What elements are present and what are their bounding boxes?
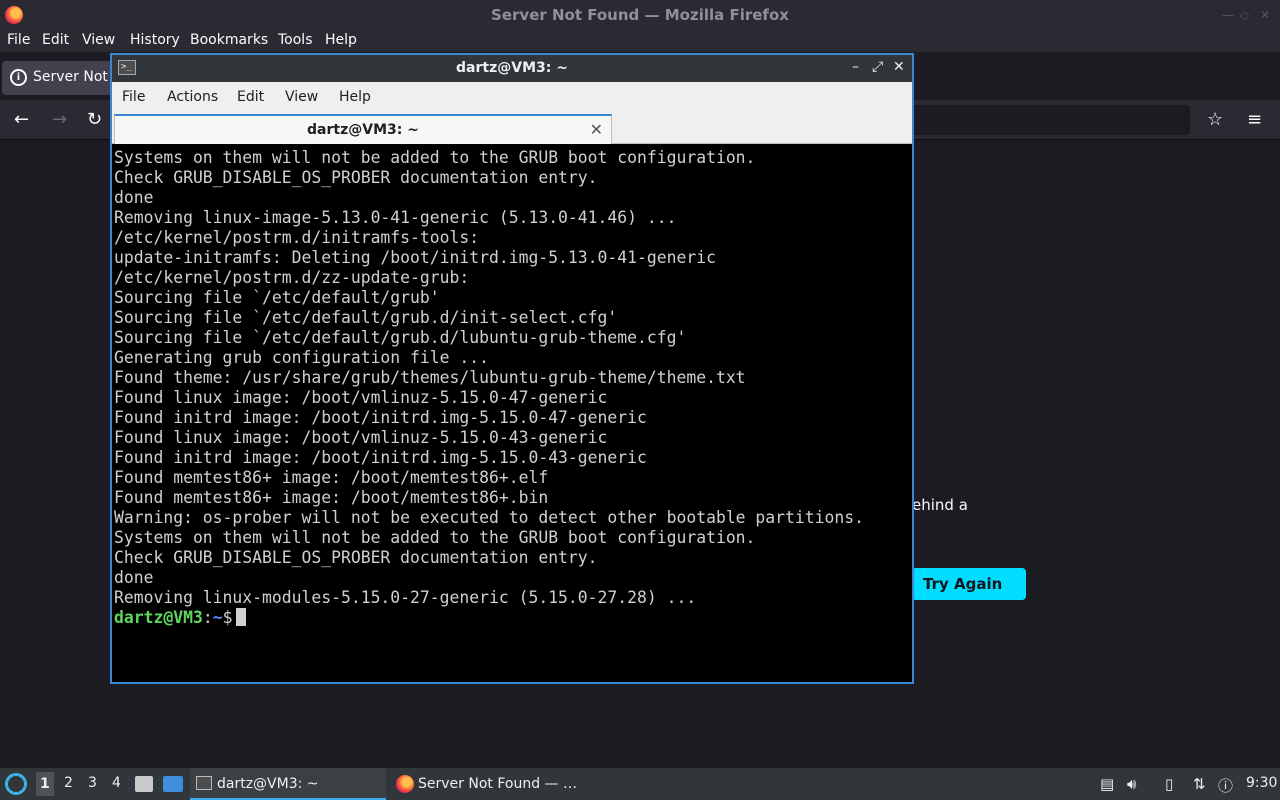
terminal-tab[interactable]: dartz@VM3: ~ ✕ bbox=[114, 114, 612, 144]
terminal-line: Check GRUB_DISABLE_OS_PROBER documentati… bbox=[114, 168, 598, 187]
network-icon[interactable]: ⇅ bbox=[1193, 775, 1206, 793]
menu-tools[interactable]: Tools bbox=[278, 32, 313, 48]
maximize-icon[interactable]: ◇ bbox=[1240, 8, 1249, 22]
firefox-tab-label: Server Not F bbox=[33, 69, 121, 85]
file-manager-icon[interactable] bbox=[135, 776, 153, 792]
terminal-menu-edit[interactable]: Edit bbox=[237, 89, 264, 105]
desktop-4-button[interactable]: 4 bbox=[112, 775, 121, 791]
firefox-icon bbox=[396, 775, 414, 793]
reload-icon[interactable]: ↻ bbox=[87, 109, 102, 130]
close-icon[interactable]: ✕ bbox=[1260, 8, 1270, 22]
firefox-window-title: Server Not Found — Mozilla Firefox bbox=[491, 6, 789, 24]
taskbar-item-label: Server Not Found — … bbox=[418, 776, 577, 792]
menu-help[interactable]: Help bbox=[325, 32, 357, 48]
show-desktop-icon[interactable] bbox=[163, 776, 183, 792]
terminal-icon bbox=[196, 776, 212, 790]
maximize-icon[interactable]: ⤢ bbox=[872, 59, 883, 75]
volume-icon[interactable]: 🔊︎ bbox=[1127, 775, 1136, 793]
terminal-tab-label: dartz@VM3: ~ bbox=[307, 122, 419, 138]
prompt-symbol: $ bbox=[222, 608, 233, 627]
terminal-prompt-line: dartz@VM3:~$ bbox=[114, 608, 910, 628]
terminal-menubar: File Actions Edit View Help bbox=[112, 82, 912, 112]
prompt-user-host: dartz@VM3 bbox=[114, 608, 203, 627]
terminal-line: Found initrd image: /boot/initrd.img-5.1… bbox=[114, 448, 647, 467]
terminal-line: Found theme: /usr/share/grub/themes/lubu… bbox=[114, 368, 746, 387]
terminal-line: Check GRUB_DISABLE_OS_PROBER documentati… bbox=[114, 548, 598, 567]
terminal-line: Sourcing file `/etc/default/grub.d/lubun… bbox=[114, 328, 687, 347]
terminal-window-title: dartz@VM3: ~ bbox=[456, 60, 568, 76]
terminal-line: Generating grub configuration file ... bbox=[114, 348, 489, 367]
terminal-cursor bbox=[236, 608, 247, 626]
clock: 9:30 bbox=[1246, 775, 1278, 791]
tab-close-icon[interactable]: ✕ bbox=[590, 120, 603, 139]
terminal-menu-actions[interactable]: Actions bbox=[167, 89, 218, 105]
close-icon[interactable]: ✕ bbox=[893, 59, 905, 75]
terminal-line: Found memtest86+ image: /boot/memtest86+… bbox=[114, 468, 549, 487]
terminal-line: Sourcing file `/etc/default/grub.d/init-… bbox=[114, 308, 618, 327]
terminal-line: update-initramfs: Deleting /boot/initrd.… bbox=[114, 248, 716, 267]
terminal-line: Found memtest86+ image: /boot/memtest86+… bbox=[114, 488, 549, 507]
menu-edit[interactable]: Edit bbox=[42, 32, 69, 48]
terminal-menu-view[interactable]: View bbox=[285, 89, 318, 105]
terminal-menu-help[interactable]: Help bbox=[339, 89, 371, 105]
terminal-tabbar: dartz@VM3: ~ ✕ bbox=[112, 112, 912, 144]
back-icon[interactable]: ← bbox=[14, 109, 29, 130]
firefox-titlebar: Server Not Found — Mozilla Firefox — ◇ ✕ bbox=[0, 0, 1280, 30]
firefox-menubar: File Edit View History Bookmarks Tools H… bbox=[0, 30, 1280, 52]
taskbar: 1 2 3 4 dartz@VM3: ~ Server Not Found — … bbox=[0, 768, 1280, 800]
terminal-menu-file[interactable]: File bbox=[122, 89, 145, 105]
desktop-1-button[interactable]: 1 bbox=[36, 772, 54, 796]
terminal-line: Sourcing file `/etc/default/grub' bbox=[114, 288, 440, 307]
forward-icon[interactable]: → bbox=[52, 109, 67, 130]
terminal-lines: Systems on them will not be added to the… bbox=[114, 148, 910, 608]
terminal-output[interactable]: Systems on them will not be added to the… bbox=[114, 147, 910, 682]
url-bar[interactable] bbox=[900, 105, 1190, 135]
minimize-icon[interactable]: – bbox=[852, 59, 859, 75]
taskbar-item-label: dartz@VM3: ~ bbox=[217, 776, 319, 792]
prompt-separator: : bbox=[202, 608, 213, 627]
info-icon: i bbox=[10, 69, 27, 86]
desktop-3-button[interactable]: 3 bbox=[88, 775, 97, 791]
error-message: ehind a bbox=[912, 496, 968, 514]
terminal-line: /etc/kernel/postrm.d/initramfs-tools: bbox=[114, 228, 480, 247]
terminal-titlebar[interactable]: >_ dartz@VM3: ~ – ⤢ ✕ bbox=[112, 55, 912, 82]
bookmark-star-icon[interactable]: ☆ bbox=[1207, 109, 1223, 130]
terminal-line: Warning: os-prober will not be executed … bbox=[114, 508, 864, 527]
menu-file[interactable]: File bbox=[7, 32, 30, 48]
terminal-line: Systems on them will not be added to the… bbox=[114, 148, 756, 167]
terminal-line: Found linux image: /boot/vmlinuz-5.15.0-… bbox=[114, 388, 608, 407]
terminal-line: /etc/kernel/postrm.d/zz-update-grub: bbox=[114, 268, 470, 287]
terminal-line: Found linux image: /boot/vmlinuz-5.15.0-… bbox=[114, 428, 608, 447]
notification-icon[interactable]: ⓘ bbox=[1218, 775, 1233, 796]
terminal-line: done bbox=[114, 188, 154, 207]
taskbar-item-firefox[interactable]: Server Not Found — … bbox=[392, 768, 592, 800]
clipboard-icon[interactable]: ▤ bbox=[1100, 775, 1114, 793]
terminal-line: Removing linux-modules-5.15.0-27-generic… bbox=[114, 588, 697, 607]
terminal-line: Removing linux-image-5.13.0-41-generic (… bbox=[114, 208, 677, 227]
minimize-icon[interactable]: — bbox=[1222, 8, 1234, 22]
taskbar-item-terminal[interactable]: dartz@VM3: ~ bbox=[190, 768, 386, 800]
desktop-2-button[interactable]: 2 bbox=[64, 775, 73, 791]
menu-bookmarks[interactable]: Bookmarks bbox=[190, 32, 268, 48]
menu-history[interactable]: History bbox=[130, 32, 180, 48]
terminal-window: >_ dartz@VM3: ~ – ⤢ ✕ File Actions Edit … bbox=[110, 53, 914, 684]
menu-view[interactable]: View bbox=[82, 32, 115, 48]
terminal-line: Systems on them will not be added to the… bbox=[114, 528, 756, 547]
hamburger-menu-icon[interactable]: ≡ bbox=[1247, 109, 1262, 130]
file-icon[interactable]: ▯ bbox=[1165, 775, 1173, 793]
try-again-button[interactable]: Try Again bbox=[912, 568, 1026, 600]
prompt-path: ~ bbox=[212, 608, 223, 627]
start-menu-icon[interactable] bbox=[5, 773, 27, 795]
terminal-line: Found initrd image: /boot/initrd.img-5.1… bbox=[114, 408, 647, 427]
terminal-line: done bbox=[114, 568, 154, 587]
